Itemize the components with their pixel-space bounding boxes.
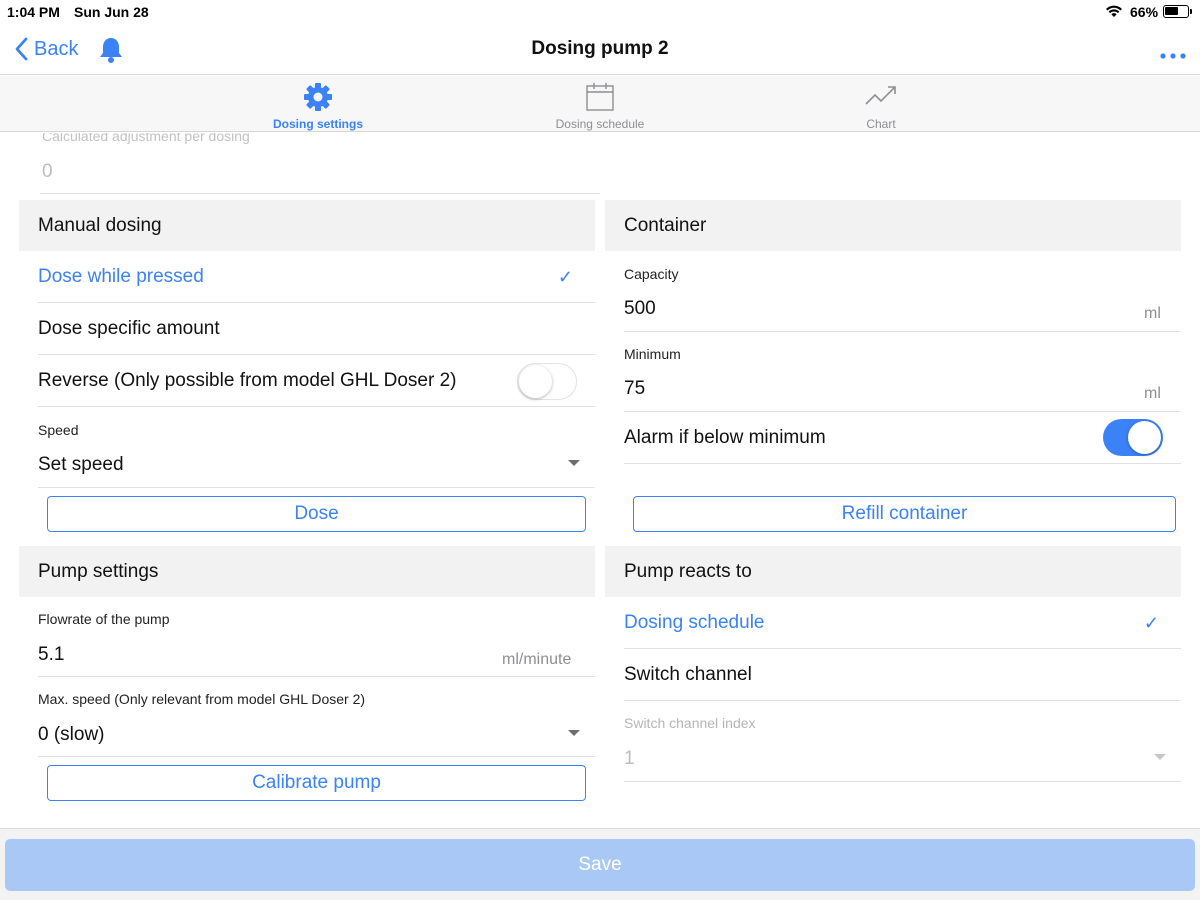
reverse-row: Reverse (Only possible from model GHL Do… [38, 355, 595, 407]
minimum-input[interactable]: 75 [624, 378, 645, 400]
tab-label: Chart [866, 117, 896, 131]
chevron-down-icon[interactable] [568, 730, 580, 736]
speed-select[interactable]: Set speed [38, 454, 124, 476]
status-bar: 1:04 PM Sun Jun 28 66% [0, 0, 1200, 24]
alarm-label: Alarm if below minimum [624, 427, 826, 448]
reverse-toggle[interactable] [517, 363, 577, 400]
max-speed-select[interactable]: 0 (slow) [38, 724, 105, 746]
calendar-icon [520, 82, 680, 112]
divider [38, 676, 595, 677]
max-speed-label: Max. speed (Only relevant from model GHL… [38, 691, 366, 707]
back-label: Back [34, 37, 79, 60]
alarm-row: Alarm if below minimum [624, 412, 1181, 464]
battery-level [1165, 7, 1178, 15]
tab-dosing-settings[interactable]: Dosing settings [238, 76, 398, 132]
divider [38, 487, 595, 488]
alarm-toggle[interactable] [1103, 419, 1163, 456]
option-switch-channel[interactable]: Switch channel [624, 649, 1181, 701]
tab-bar: Dosing settings Dosing schedule Chart [0, 76, 1200, 132]
divider [624, 331, 1181, 332]
container-header: Container [605, 200, 1181, 251]
more-options-icon[interactable] [1160, 46, 1186, 64]
option-dosing-schedule[interactable]: Dosing schedule ✓ [624, 597, 1181, 649]
switch-channel-index-label: Switch channel index [624, 715, 756, 731]
calculated-adjustment-label: Calculated adjustment per dosing [42, 133, 250, 144]
option-dose-while-pressed[interactable]: Dose while pressed ✓ [38, 251, 595, 303]
checkmark-icon: ✓ [1143, 613, 1159, 633]
manual-dosing-header: Manual dosing [19, 200, 595, 251]
divider [624, 781, 1181, 782]
option-label: Dosing schedule [624, 612, 765, 633]
switch-channel-index-select[interactable]: 1 [624, 748, 635, 770]
checkmark-icon: ✓ [557, 267, 573, 287]
capacity-unit: ml [1144, 305, 1161, 322]
speed-label: Speed [38, 422, 79, 438]
tab-label: Dosing schedule [555, 117, 645, 131]
capacity-label: Capacity [624, 266, 679, 282]
minimum-label: Minimum [624, 346, 681, 362]
pump-reacts-header: Pump reacts to [605, 546, 1181, 597]
option-label: Dose specific amount [38, 318, 220, 339]
battery-percent: 66% [1130, 4, 1159, 20]
flowrate-input[interactable]: 5.1 [38, 644, 64, 666]
option-dose-specific-amount[interactable]: Dose specific amount [38, 303, 595, 355]
flowrate-label: Flowrate of the pump [38, 611, 170, 627]
footer: Save [0, 828, 1200, 900]
option-label: Switch channel [624, 664, 752, 685]
capacity-input[interactable]: 500 [624, 298, 656, 320]
pump-settings-header: Pump settings [19, 546, 595, 597]
flowrate-unit: ml/minute [502, 651, 572, 668]
battery-icon [1163, 5, 1192, 18]
status-time: 1:04 PM [7, 4, 60, 20]
chevron-down-icon[interactable] [568, 460, 580, 466]
divider [38, 756, 595, 757]
tab-chart[interactable]: Chart [801, 76, 961, 132]
status-date: Sun Jun 28 [74, 4, 149, 20]
page-title: Dosing pump 2 [531, 38, 669, 59]
back-button[interactable]: Back [14, 34, 78, 64]
save-button[interactable]: Save [5, 839, 1195, 891]
calculated-adjustment-value: 0 [42, 161, 53, 182]
reverse-label: Reverse (Only possible from model GHL Do… [38, 370, 457, 391]
bell-icon[interactable] [98, 36, 124, 69]
navigation-bar: Back Dosing pump 2 [0, 24, 1200, 75]
minimum-unit: ml [1144, 385, 1161, 402]
gear-icon [238, 82, 398, 112]
chart-icon [801, 82, 961, 112]
divider [40, 193, 600, 194]
chevron-down-icon[interactable] [1154, 754, 1166, 760]
option-label: Dose while pressed [38, 266, 204, 287]
tab-label: Dosing settings [272, 117, 363, 131]
chevron-left-icon [15, 37, 28, 61]
settings-content[interactable]: Calculated adjustment per dosing 0 Manua… [0, 133, 1200, 828]
dose-button[interactable]: Dose [47, 496, 586, 532]
wifi-icon [1105, 4, 1123, 21]
tab-dosing-schedule[interactable]: Dosing schedule [520, 76, 680, 132]
refill-container-button[interactable]: Refill container [633, 496, 1176, 532]
calibrate-pump-button[interactable]: Calibrate pump [47, 765, 586, 801]
